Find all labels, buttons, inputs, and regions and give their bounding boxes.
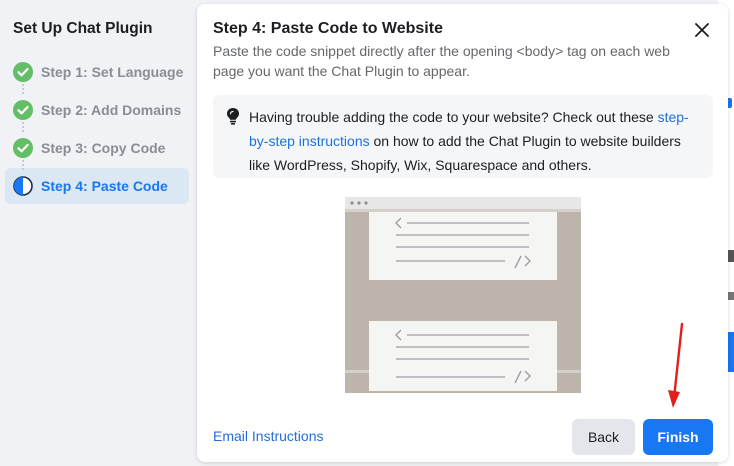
step-item-copy-code[interactable]: Step 3: Copy Code <box>5 130 189 166</box>
step-label: Step 1: Set Language <box>41 64 184 80</box>
step-item-set-language[interactable]: Step 1: Set Language <box>5 54 189 90</box>
check-circle-icon <box>13 138 33 158</box>
dialog-subtitle: Paste the code snippet directly after th… <box>213 43 670 79</box>
step-connector <box>22 160 24 170</box>
step-item-add-domains[interactable]: Step 2: Add Domains <box>5 92 189 128</box>
close-icon <box>695 23 709 37</box>
half-circle-icon <box>13 176 33 196</box>
background-fragment <box>728 292 734 300</box>
paste-code-dialog: Step 4: Paste Code to Website Paste the … <box>197 4 728 462</box>
step-label: Step 3: Copy Code <box>41 140 166 156</box>
step-item-paste-code[interactable]: Step 4: Paste Code <box>5 168 189 204</box>
finish-button[interactable]: Finish <box>643 419 713 455</box>
step-connector <box>22 84 24 94</box>
back-button[interactable]: Back <box>572 419 635 455</box>
dialog-title: Step 4: Paste Code to Website <box>213 20 443 37</box>
close-button[interactable] <box>690 18 714 42</box>
step-connector <box>22 122 24 132</box>
help-tip: Having trouble adding the code to your w… <box>213 95 713 178</box>
setup-sidebar: Set Up Chat Plugin Step 1: Set Language … <box>0 0 196 466</box>
step-label: Step 2: Add Domains <box>41 102 182 118</box>
tip-text-before: Having trouble adding the code to your w… <box>249 109 658 125</box>
step-list: Step 1: Set Language Step 2: Add Domains… <box>5 54 189 206</box>
step-label: Step 4: Paste Code <box>41 178 168 194</box>
code-placement-illustration <box>345 197 581 393</box>
lightbulb-icon <box>227 108 239 125</box>
check-circle-icon <box>13 62 33 82</box>
background-fragment <box>728 250 734 262</box>
check-circle-icon <box>13 100 33 120</box>
sidebar-title: Set Up Chat Plugin <box>13 20 153 37</box>
email-instructions-link[interactable]: Email Instructions <box>213 428 323 444</box>
